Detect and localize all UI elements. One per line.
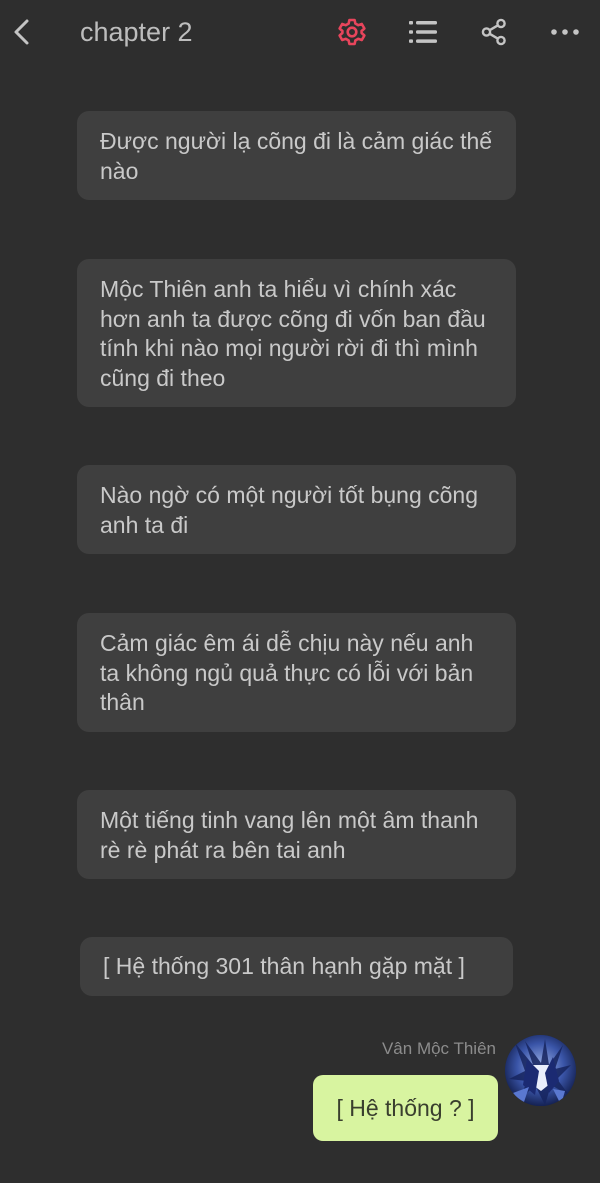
chat-thread: Được người lạ cõng đi là cảm giác thế nà… xyxy=(0,66,600,1183)
share-icon xyxy=(481,18,506,46)
message-bubble: Được người lạ cõng đi là cảm giác thế nà… xyxy=(77,111,516,200)
gear-icon xyxy=(338,18,366,46)
list-icon xyxy=(409,21,437,43)
back-button[interactable] xyxy=(4,10,38,54)
message-bubble: Một tiếng tinh vang lên một âm thanh rè … xyxy=(77,790,516,879)
chevron-left-icon xyxy=(14,19,29,45)
message-bubble: Cảm giác êm ái dễ chịu này nếu anh ta kh… xyxy=(77,613,516,732)
page-title: chapter 2 xyxy=(80,17,193,47)
sender-name: Vân Mộc Thiên xyxy=(381,1039,496,1058)
more-dots-icon xyxy=(551,29,579,35)
more-button[interactable] xyxy=(545,12,585,52)
system-message-bubble: [ Hệ thống 301 thân hạnh gặp mặt ] xyxy=(80,937,513,996)
avatar[interactable] xyxy=(505,1035,576,1106)
share-button[interactable] xyxy=(474,12,514,52)
message-bubble: Mộc Thiên anh ta hiểu vì chính xác hơn a… xyxy=(77,259,516,407)
message-bubble: Nào ngờ có một người tốt bụng cõng anh t… xyxy=(77,465,516,554)
settings-button[interactable] xyxy=(332,12,372,52)
reply-bubble: [ Hệ thống ? ] xyxy=(313,1075,498,1141)
character-avatar-image xyxy=(505,1035,576,1106)
top-bar: chapter 2 xyxy=(0,0,600,66)
list-button[interactable] xyxy=(403,12,443,52)
